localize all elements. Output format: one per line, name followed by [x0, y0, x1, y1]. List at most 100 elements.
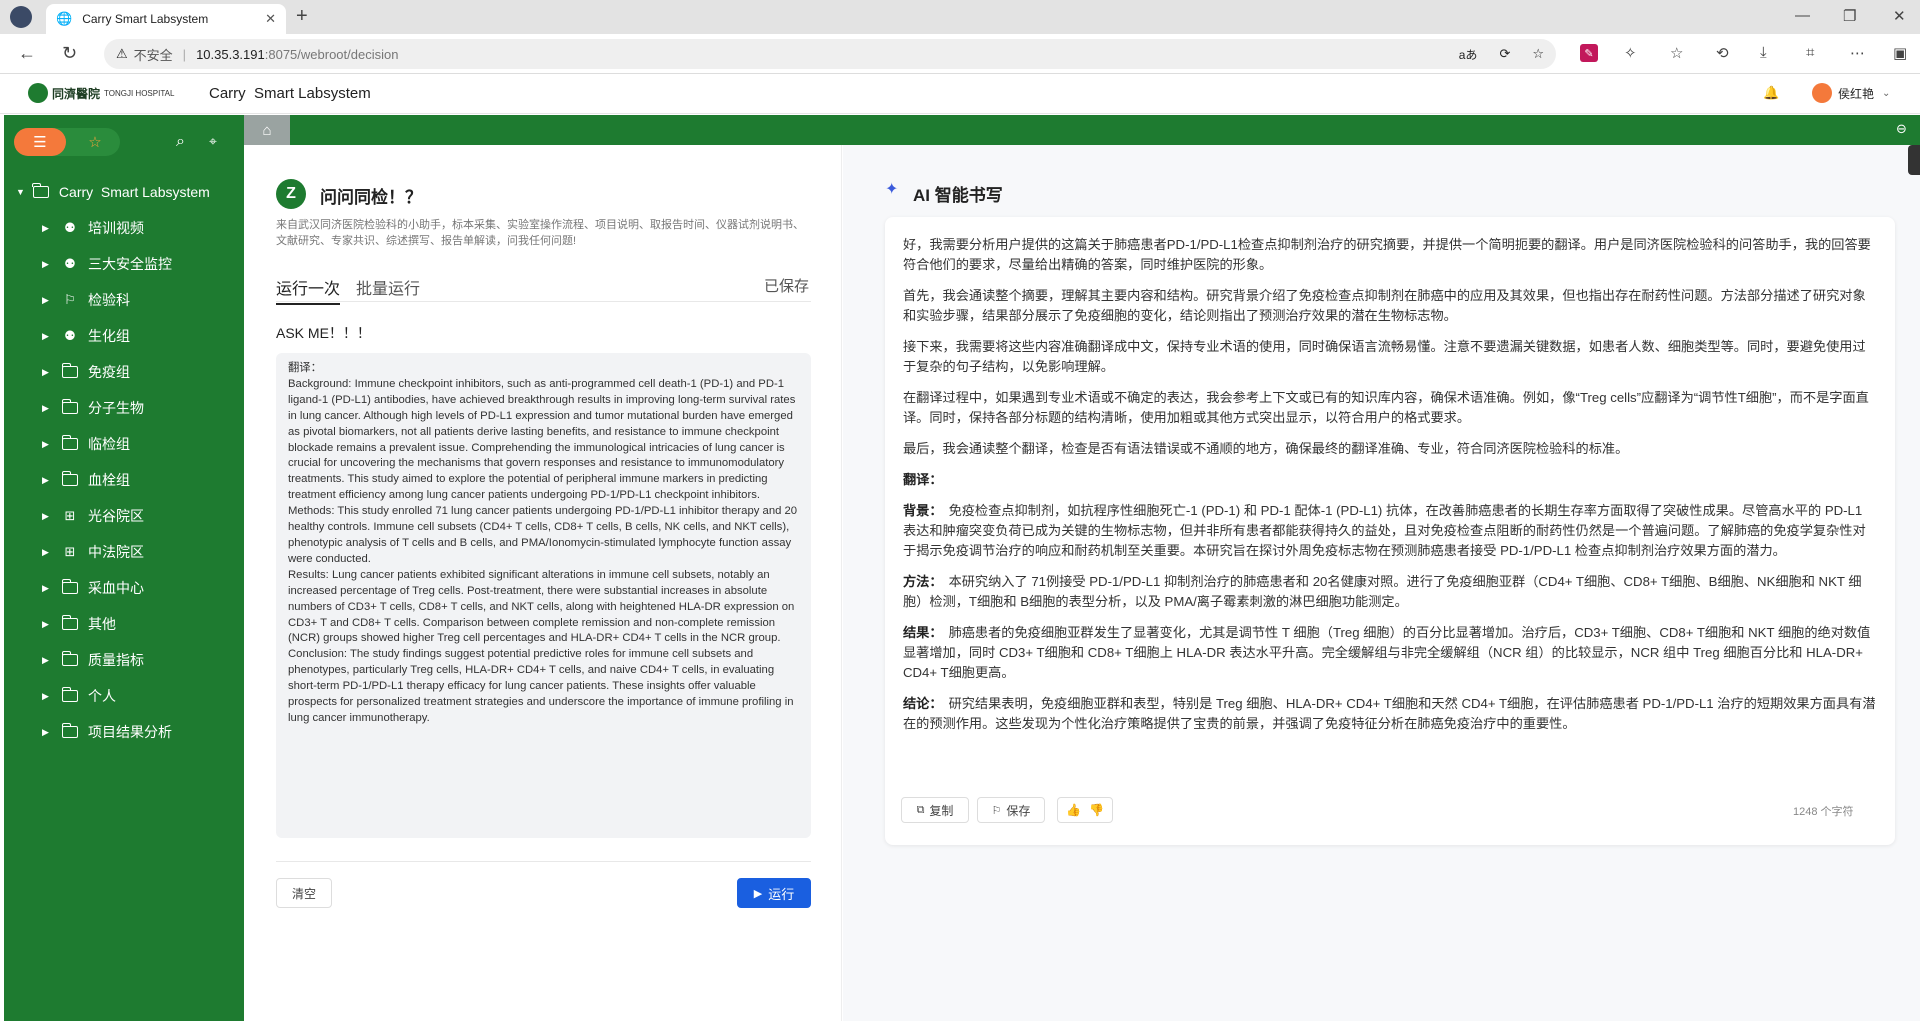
clear-button[interactable]: 清空: [276, 878, 332, 908]
address-bar[interactable]: ⚠ 不安全 | 10.35.3.191 :8075/webroot/decisi…: [104, 39, 1556, 69]
close-tab-icon[interactable]: ✕: [265, 11, 276, 27]
sidebar-item-label: 生化组: [88, 328, 130, 344]
sidebar-root[interactable]: ▼ Carry Smart Labsystem: [4, 174, 244, 210]
read-aloud-icon[interactable]: aあ: [1459, 46, 1478, 63]
sidebar-item[interactable]: ▶ 项目结果分析: [4, 714, 244, 750]
answer-paragraph: 首先，我会通读整个摘要，理解其主要内容和结构。研究背景介绍了免疫检查点抑制剂在肺…: [903, 286, 1877, 326]
puzzle-icon[interactable]: ✧: [1624, 44, 1637, 62]
sidebar-item[interactable]: ▶ 免疫组: [4, 354, 244, 390]
star-icon[interactable]: ☆: [70, 128, 120, 156]
paragraph-heading: 背景：: [903, 503, 943, 518]
caret-right-icon: ▶: [42, 258, 49, 269]
sidebar-item[interactable]: ▶ ⚐ 检验科: [4, 282, 244, 318]
answer-paragraph: 背景： 免疫检查点抑制剂，如抗程序性细胞死亡-1 (PD-1) 和 PD-1 配体…: [903, 501, 1877, 561]
favorites-icon[interactable]: ☆: [1670, 44, 1683, 62]
sidebar-item-label: 培训视频: [88, 220, 144, 236]
sidebar-item[interactable]: ▶ ⊞ 中法院区: [4, 534, 244, 570]
sidebar-item[interactable]: ▶ ⚉ 培训视频: [4, 210, 244, 246]
favorite-icon[interactable]: ☆: [1532, 46, 1544, 62]
reload-icon[interactable]: ↻: [62, 43, 77, 64]
folder-icon: [61, 435, 78, 450]
paragraph-text: 最后，我会通读整个翻译，检查是否有语法错误或不通顺的地方，确保最终的翻译准确、专…: [903, 441, 1629, 456]
more-icon[interactable]: ⋯: [1850, 44, 1865, 62]
user-group-icon: ⚉: [64, 328, 76, 343]
translate-icon[interactable]: ⟳: [1499, 46, 1510, 62]
sidebar-item[interactable]: ▶ 分子生物: [4, 390, 244, 426]
caret-right-icon: ▶: [42, 582, 49, 593]
user-menu[interactable]: 侯红艳 ⌄: [1812, 83, 1890, 103]
user-group-icon: ⚉: [64, 256, 76, 271]
history-icon[interactable]: ⟲: [1716, 44, 1729, 62]
caret-right-icon: ▶: [42, 366, 49, 377]
sidebar-toggle-icon[interactable]: ▣: [1893, 44, 1907, 62]
minimize-icon[interactable]: —: [1795, 7, 1810, 24]
answer-paragraph: 在翻译过程中，如果遇到专业术语或不确定的表达，我会参考上下文或已有的知识库内容，…: [903, 388, 1877, 428]
paragraph-text: 首先，我会通读整个摘要，理解其主要内容和结构。研究背景介绍了免疫检查点抑制剂在肺…: [903, 288, 1866, 323]
answer-paragraph: 结果： 肺癌患者的免疫细胞亚群发生了显著变化，尤其是调节性 T 细胞（Treg 细…: [903, 623, 1877, 683]
sidebar-item[interactable]: ▶ ⚉ 生化组: [4, 318, 244, 354]
window-close-icon[interactable]: ✕: [1893, 7, 1906, 25]
sidebar-item[interactable]: ▶ 个人: [4, 678, 244, 714]
download-icon[interactable]: ⤓: [1760, 44, 1767, 61]
save-button[interactable]: ⚐ 保存: [977, 797, 1045, 823]
sidebar-item-label: 光谷院区: [88, 508, 144, 524]
run-button[interactable]: ▶ 运行: [737, 878, 811, 908]
sidebar-item-label: 检验科: [88, 292, 130, 308]
thumbs-up-icon[interactable]: 👍: [1066, 803, 1081, 817]
back-icon[interactable]: ←: [18, 43, 36, 64]
caret-right-icon: ▶: [42, 474, 49, 485]
query-textarea[interactable]: 翻译： Background: Immune checkpoint inhibi…: [276, 353, 811, 838]
folder-icon: [61, 723, 78, 738]
caret-right-icon: ▶: [42, 618, 49, 629]
char-count: 1248 个字符: [1793, 806, 1854, 818]
folder-icon: [61, 363, 78, 378]
thumbs-down-icon[interactable]: 👎: [1089, 803, 1104, 817]
folder-icon: [61, 687, 78, 702]
paragraph-text: 免疫检查点抑制剂，如抗程序性细胞死亡-1 (PD-1) 和 PD-1 配体-1 …: [903, 503, 1866, 558]
sidebar-item-label: 中法院区: [88, 544, 144, 560]
answer-paragraph: 翻译：: [903, 470, 1877, 490]
list-icon[interactable]: ☰: [14, 128, 66, 156]
sidebar-item[interactable]: ▶ 血栓组: [4, 462, 244, 498]
profile-avatar[interactable]: [10, 6, 32, 28]
user-group-icon: ⚉: [64, 220, 76, 235]
sidebar-item[interactable]: ▶ 临检组: [4, 426, 244, 462]
copy-icon: ⧉: [916, 803, 925, 816]
maximize-icon[interactable]: ❐: [1843, 7, 1856, 25]
ai-answer-card: 好，我需要分析用户提供的这篇关于肺癌患者PD-1/PD-L1检查点抑制剂治疗的研…: [885, 217, 1895, 845]
sidebar-item[interactable]: ▶ ⚉ 三大安全监控: [4, 246, 244, 282]
assistant-title: 问问同检！？: [320, 188, 422, 207]
panel-expand-handle[interactable]: [1908, 145, 1920, 175]
screenshot-icon[interactable]: ⌗: [1806, 44, 1814, 61]
paragraph-text: 肺癌患者的免疫细胞亚群发生了显著变化，尤其是调节性 T 细胞（Treg 细胞）的…: [903, 625, 1871, 680]
tab-batch-run[interactable]: 批量运行: [356, 275, 420, 299]
copy-button[interactable]: ⧉ 复制: [901, 797, 969, 823]
search-icon[interactable]: ⌕: [176, 133, 185, 151]
assistant-description: 来自武汉同济医院检验科的小助手，标本采集、实验室操作流程、项目说明、取报告时间、…: [276, 219, 804, 247]
sidebar-item[interactable]: ▶ ⊞ 光谷院区: [4, 498, 244, 534]
app-title: Carry Smart Labsystem: [209, 85, 371, 102]
sidebar-item-label: 项目结果分析: [88, 724, 172, 740]
paragraph-heading: 结论：: [903, 696, 943, 711]
sidebar-item[interactable]: ▶ 采血中心: [4, 570, 244, 606]
folder-icon: [32, 183, 49, 198]
paragraph-text: 好，我需要分析用户提供的这篇关于肺癌患者PD-1/PD-L1检查点抑制剂治疗的研…: [903, 237, 1871, 272]
new-tab-icon[interactable]: +: [296, 5, 308, 28]
caret-right-icon: ▶: [42, 402, 49, 413]
folder-icon: [61, 579, 78, 594]
pin-icon[interactable]: ⌖: [209, 133, 217, 150]
grid-icon: ⊞: [64, 508, 76, 523]
browser-tab[interactable]: 🌐 Carry Smart Labsystem ✕: [46, 4, 286, 34]
sidebar-item-label: 个人: [88, 688, 116, 704]
caret-right-icon: ▶: [42, 654, 49, 665]
extension-icon[interactable]: ✎: [1580, 44, 1598, 62]
notification-bell-icon[interactable]: 🔔: [1763, 85, 1779, 101]
run-label: 运行: [768, 886, 795, 902]
caret-right-icon: ▶: [42, 510, 49, 521]
collapse-icon[interactable]: ⊖: [1896, 121, 1907, 137]
sidebar-item[interactable]: ▶ 其他: [4, 606, 244, 642]
paragraph-text: 在翻译过程中，如果遇到专业术语或不确定的表达，我会参考上下文或已有的知识库内容，…: [903, 390, 1869, 425]
home-icon[interactable]: ⌂: [244, 115, 290, 145]
sidebar-item[interactable]: ▶ 质量指标: [4, 642, 244, 678]
bookmark-icon: ⚐: [991, 804, 1002, 817]
